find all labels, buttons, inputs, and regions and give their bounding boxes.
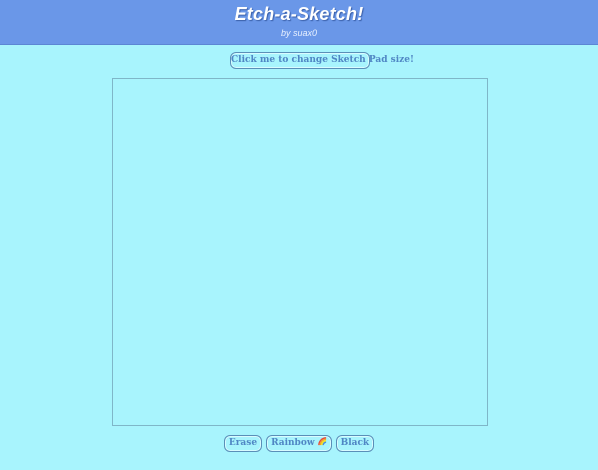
sketch-pad[interactable] — [112, 78, 488, 426]
black-button-label: Black — [340, 438, 370, 448]
page-subtitle: by suax0 — [280, 28, 318, 38]
controls-bar: Erase Rainbow Black — [0, 435, 598, 452]
page-title: Etch-a-Sketch! — [234, 4, 364, 24]
rainbow-button[interactable]: Rainbow — [266, 435, 332, 452]
erase-button[interactable]: Erase — [223, 435, 263, 452]
rainbow-button-label: Rainbow — [271, 438, 315, 448]
page-header: Etch-a-Sketch! by suax0 — [0, 0, 598, 45]
erase-button-label: Erase — [228, 438, 258, 448]
rainbow-icon — [317, 437, 326, 446]
black-button[interactable]: Black — [335, 435, 375, 452]
change-pad-size-button[interactable]: Click me to change Sketch Pad size! — [230, 52, 414, 69]
